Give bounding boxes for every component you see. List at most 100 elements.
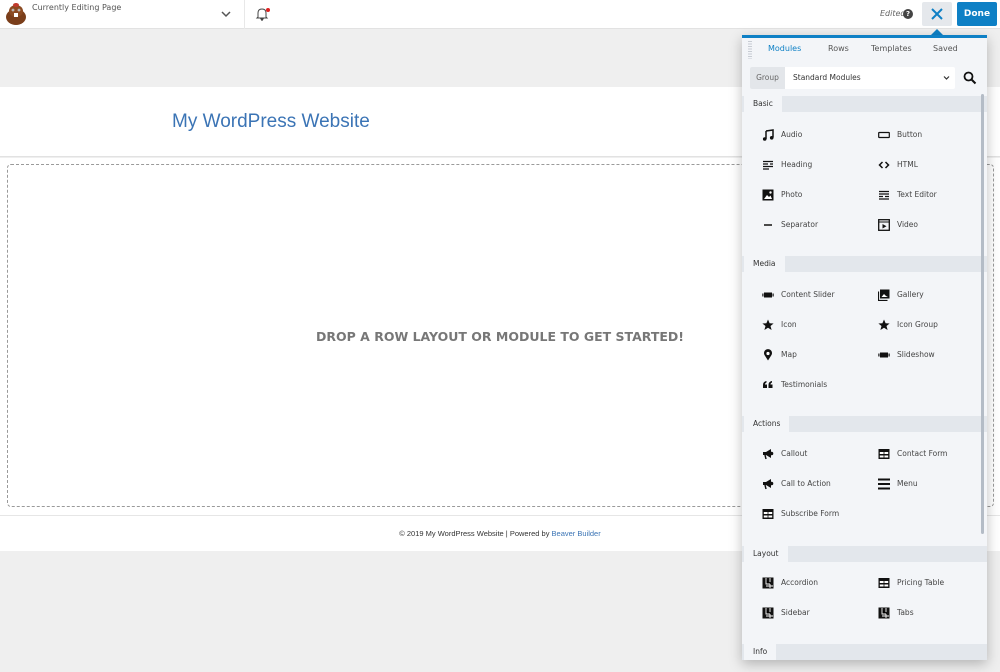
module-content-slider[interactable]: Content Slider — [762, 288, 872, 302]
module-video[interactable]: Video — [878, 218, 987, 232]
tab-templates[interactable]: Templates — [871, 44, 912, 53]
module-accordion[interactable]: Accordion — [762, 576, 872, 590]
slider-icon — [762, 292, 774, 298]
currently-editing-label: Currently Editing Page — [32, 3, 122, 12]
module-label: Sidebar — [781, 608, 810, 617]
module-icon-group[interactable]: Icon Group — [878, 318, 987, 332]
module-html[interactable]: HTML — [878, 158, 987, 172]
module-button[interactable]: Button — [878, 128, 987, 142]
group-select-row[interactable]: Group Standard Modules — [750, 67, 955, 89]
group-select[interactable]: Standard Modules — [793, 67, 861, 89]
module-label: Audio — [781, 130, 803, 139]
module-tabs[interactable]: Tabs — [878, 606, 987, 620]
module-gallery[interactable]: Gallery — [878, 288, 987, 302]
module-label: Text Editor — [897, 190, 937, 199]
module-menu[interactable]: Menu — [878, 477, 987, 491]
section-title: Info — [744, 644, 777, 660]
gallery-icon — [878, 289, 890, 301]
form-table-icon — [878, 578, 890, 588]
module-text-editor[interactable]: Text Editor — [878, 188, 987, 202]
module-heading[interactable]: Heading — [762, 158, 872, 172]
module-pricing-table[interactable]: Pricing Table — [878, 576, 987, 590]
module-label: Testimonials — [781, 380, 828, 389]
section-layout: Layout — [742, 546, 987, 562]
module-label: Menu — [897, 479, 918, 488]
module-contact-form[interactable]: Contact Form — [878, 447, 987, 461]
module-label: Subscribe Form — [781, 509, 840, 518]
module-label: Icon Group — [897, 320, 938, 329]
hamburger-menu-icon — [878, 478, 890, 490]
star-icon — [878, 319, 890, 330]
module-label: Contact Form — [897, 449, 948, 458]
module-subscribe-form[interactable]: Subscribe Form — [762, 507, 872, 521]
module-label: Separator — [781, 220, 819, 229]
module-label: Map — [781, 350, 797, 359]
module-audio[interactable]: Audio — [762, 128, 872, 142]
module-callout[interactable]: Callout — [762, 447, 872, 461]
done-button[interactable]: Done — [957, 2, 997, 26]
section-basic: Basic — [742, 96, 987, 112]
video-play-icon — [878, 219, 890, 231]
footer-link-beaver-builder[interactable]: Beaver Builder — [552, 529, 601, 538]
megaphone-icon — [763, 479, 774, 490]
module-map[interactable]: Map — [762, 348, 872, 362]
search-icon[interactable] — [963, 71, 977, 85]
tab-modules[interactable]: Modules — [768, 44, 801, 53]
modules-panel: Modules Rows Templates Saved Group Stand… — [742, 35, 987, 660]
section-title: Layout — [744, 546, 788, 562]
section-media: Media — [742, 256, 987, 272]
form-table-icon — [878, 449, 890, 459]
star-icon — [762, 319, 774, 330]
site-title[interactable]: My WordPress Website — [172, 111, 370, 133]
builder-topbar: Currently Editing Page Edited ? Done — [0, 0, 1000, 29]
tab-saved[interactable]: Saved — [933, 44, 958, 53]
layout-grid-icon — [878, 607, 890, 619]
module-testimonials[interactable]: Testimonials — [762, 378, 872, 392]
modules-list: Basic Audio Button Heading HTML Photo Te… — [742, 94, 987, 660]
section-info: Info — [742, 644, 987, 660]
question-circle-icon[interactable]: ? — [903, 9, 913, 19]
module-slideshow[interactable]: Slideshow — [878, 348, 987, 362]
section-title: Actions — [744, 416, 790, 432]
map-pin-icon — [764, 349, 772, 361]
music-note-icon — [762, 129, 774, 141]
text-lines-icon — [879, 190, 889, 200]
module-label: Button — [897, 130, 923, 139]
panel-tabs: Modules Rows Templates Saved — [742, 44, 987, 60]
quote-icon — [763, 381, 773, 388]
module-label: Heading — [781, 160, 813, 169]
module-call-to-action[interactable]: Call to Action — [762, 477, 872, 491]
module-label: Slideshow — [897, 350, 935, 359]
topbar-divider — [244, 0, 245, 29]
module-sidebar[interactable]: Sidebar — [762, 606, 872, 620]
megaphone-icon — [763, 449, 774, 460]
code-brackets-icon — [878, 161, 890, 169]
module-label: Accordion — [781, 578, 818, 587]
module-label: Photo — [781, 190, 803, 199]
button-rect-icon — [878, 131, 890, 139]
close-panel-button[interactable] — [922, 2, 952, 26]
tab-rows[interactable]: Rows — [828, 44, 849, 53]
footer-copyright: © 2019 My WordPress Website | Powered by — [399, 529, 552, 538]
module-label: HTML — [897, 160, 918, 169]
heading-lines-icon — [763, 160, 773, 170]
module-label: Tabs — [897, 608, 914, 617]
slider-icon — [878, 352, 890, 358]
layout-grid-icon — [762, 577, 774, 589]
chevron-down-icon[interactable] — [220, 8, 232, 20]
module-icon[interactable]: Icon — [762, 318, 872, 332]
section-title: Basic — [744, 96, 782, 112]
module-separator[interactable]: Separator — [762, 218, 872, 232]
edited-status: Edited — [880, 9, 906, 18]
module-photo[interactable]: Photo — [762, 188, 872, 202]
module-label: Call to Action — [781, 479, 831, 488]
panel-scrollbar[interactable] — [981, 94, 984, 534]
separator-line-icon — [764, 224, 772, 226]
chevron-down-icon — [943, 76, 950, 80]
group-label: Group — [750, 67, 785, 89]
module-label: Icon — [781, 320, 797, 329]
module-label: Gallery — [897, 290, 924, 299]
beaver-logo-icon — [6, 3, 26, 25]
module-label: Pricing Table — [897, 578, 945, 587]
section-title: Media — [744, 256, 785, 272]
